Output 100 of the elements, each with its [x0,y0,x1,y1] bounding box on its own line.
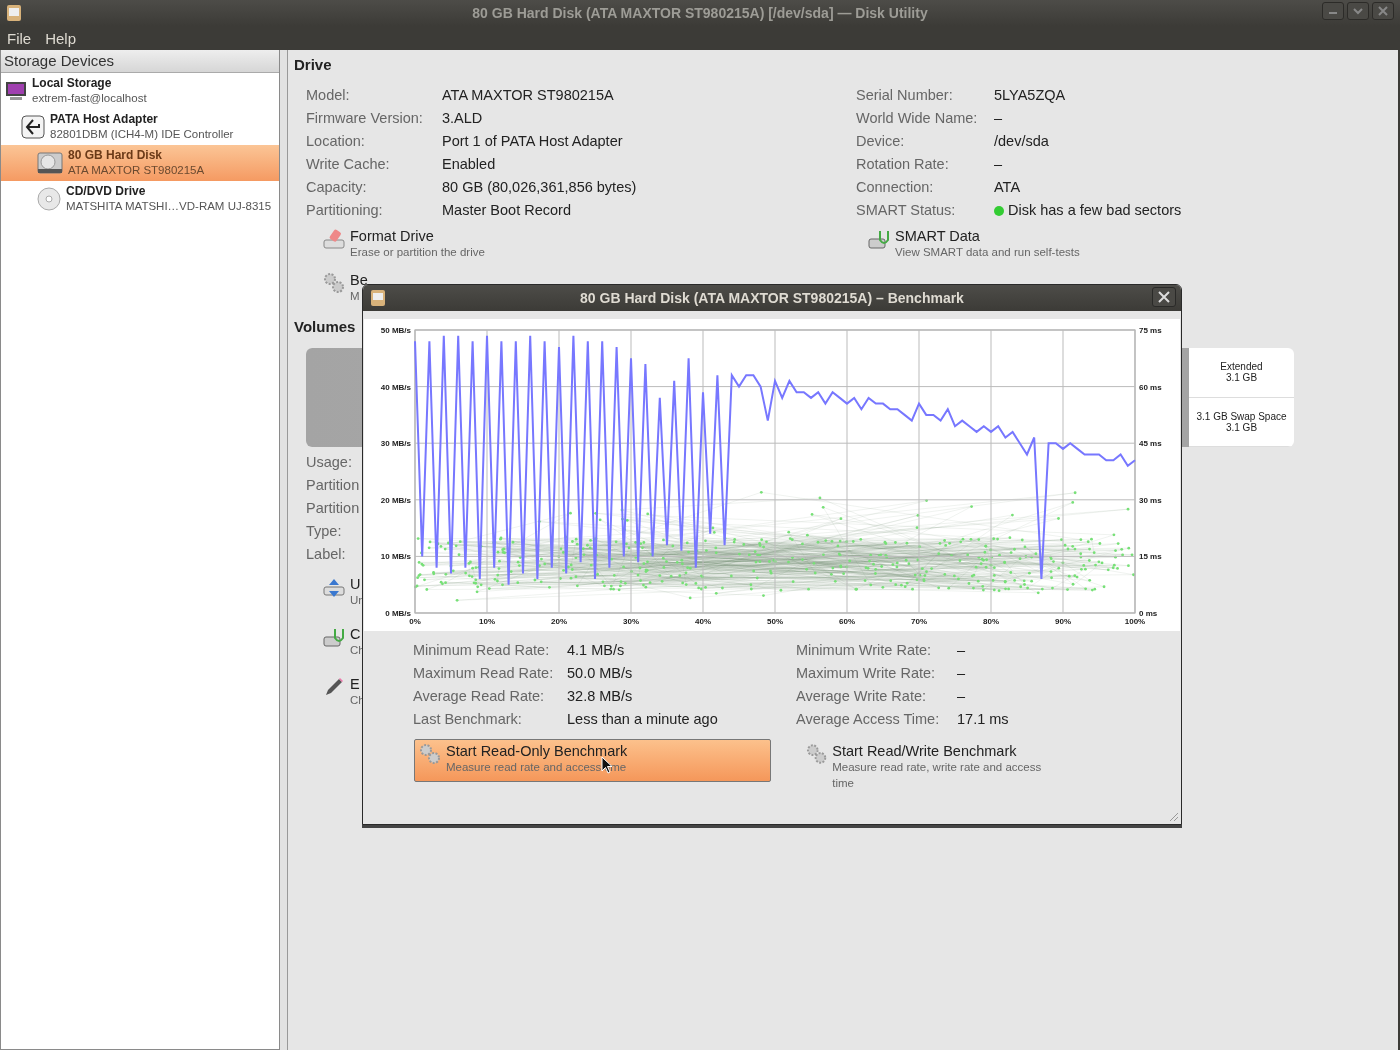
action-link[interactable]: Format Drive [350,228,485,244]
drive-stethoscope-icon [868,228,890,250]
device-item[interactable]: Local Storage extrem-fast@localhost [1,73,279,109]
stat-value: – [957,687,967,706]
drive-stethoscope-icon [323,626,345,648]
axis-label: 40% [695,617,711,626]
field-value: ATA [994,178,1021,197]
stat-label: Minimum Read Rate: [413,641,551,660]
axis-label: 50 MB/s [380,326,411,335]
field-label: Write Cache: [306,155,391,174]
axis-label: 0 MB/s [385,609,411,618]
axis-label: 50% [767,617,783,626]
stat-label: Last Benchmark: [413,710,523,729]
field-value: – [994,155,1003,174]
action-link[interactable]: SMART Data [895,228,1080,244]
stat-label: Average Write Rate: [796,687,928,706]
stat-label: Average Read Rate: [413,687,546,706]
resize-grip-icon[interactable] [1167,810,1179,822]
drive-eraser-icon [323,228,345,250]
axis-label: 75 ms [1139,326,1162,335]
device-item[interactable]: 80 GB Hard Disk ATA MAXTOR ST980215A [1,145,279,181]
close-icon[interactable] [1152,287,1176,307]
device-subtitle: MATSHITA MATSHI…VD-RAM UJ-8315 [66,199,272,214]
gears-icon [323,272,345,294]
axis-label: 60 ms [1139,382,1162,392]
field-value: ATA MAXTOR ST980215A [442,86,615,105]
action-link[interactable]: Be [350,272,368,288]
field-label: Partitioning: [306,201,384,220]
axis-label: 15 ms [1139,552,1162,562]
axis-label: 10 MB/s [380,552,411,562]
benchmark-button[interactable]: Start Read/Write Benchmark Measure read rate, write rate and access time [801,739,1063,795]
action-link[interactable]: U [350,576,365,592]
maximize-button[interactable] [1347,2,1369,20]
axis-label: 70% [911,617,927,626]
close-icon [1378,6,1388,16]
field-label: Type: [306,522,342,541]
axis-label: 60% [839,617,855,626]
field-value: Disk has a few bad sectors [1008,201,1182,220]
field-label: Firmware Version: [306,109,424,128]
device-item[interactable]: CD/DVD Drive MATSHITA MATSHI…VD-RAM UJ-8315 [1,181,279,217]
pane-splitter[interactable] [280,50,288,1050]
action-description: M [350,289,361,304]
chevron-icon [1353,7,1363,15]
action-link[interactable]: E [350,676,365,692]
field-label: Location: [306,132,366,151]
sidebar-header: Storage Devices [1,50,279,73]
pencil-icon [323,676,345,698]
field-label: Usage: [306,453,352,472]
stat-value: 4.1 MB/s [567,641,626,660]
field-label: Serial Number: [856,86,954,105]
stat-value: 17.1 ms [957,710,1009,729]
field-value: Port 1 of PATA Host Adapter [442,132,624,151]
axis-label: 45 ms [1139,439,1162,449]
volume-name: Extended [1220,361,1263,373]
field-value: Master Boot Record [442,201,572,220]
field-label: World Wide Name: [856,109,979,128]
axis-label: 10% [479,617,495,626]
axis-label: 30% [623,617,639,626]
axis-label: 20% [551,617,567,626]
volume-size: 3.1 GB [1225,421,1258,433]
axis-label: 0% [409,617,421,626]
volume-segment[interactable]: 3.1 GB Swap Space 3.1 GB [1189,397,1294,447]
field-label: Partition [306,499,360,518]
device-item[interactable]: PATA Host Adapter 82801DBM (ICH4-M) IDE Controller [1,109,279,145]
stat-value: Less than a minute ago [567,710,719,729]
axis-label: 80% [983,617,999,626]
minimize-button[interactable] [1322,2,1344,20]
field-label: Partition [306,476,360,495]
stat-value: 50.0 MB/s [567,664,634,683]
menu-item[interactable]: File [7,29,32,47]
field-label: Connection: [856,178,935,197]
field-value: /dev/sda [994,132,1049,151]
monitor-icon [5,81,27,101]
device-title: Local Storage [32,76,113,91]
device-subtitle: extrem-fast@localhost [32,91,147,106]
field-value: 5LYA5ZQA [994,86,1066,105]
disk-utility-icon [371,290,385,306]
device-title: CD/DVD Drive [66,184,147,199]
menu-item[interactable]: Help [45,29,77,47]
action-description: Erase or partition the drive [350,245,485,260]
close-button[interactable] [1372,2,1394,20]
gears-icon [419,743,441,765]
stat-label: Maximum Write Rate: [796,664,937,683]
device-title: 80 GB Hard Disk [68,148,164,163]
device-subtitle: 82801DBM (ICH4-M) IDE Controller [50,127,234,142]
axis-label: 100% [1124,617,1146,626]
axis-label: 90% [1055,617,1071,626]
field-label: SMART Status: [856,201,957,220]
disk-utility-icon [6,4,22,22]
gears-icon [806,743,828,765]
stat-value: 32.8 MB/s [567,687,634,706]
stat-label: Average Access Time: [796,710,941,729]
action-description: View SMART data and run self-tests [895,245,1080,260]
volume-size: 3.1 GB [1225,372,1258,384]
dialog-title: 80 GB Hard Disk (ATA MAXTOR ST980215A) – Benchmark [580,290,964,306]
action-link[interactable]: C [350,626,365,642]
stat-label: Maximum Read Rate: [413,664,555,683]
field-label: Rotation Rate: [856,155,950,174]
volume-segment[interactable]: Extended 3.1 GB [1189,348,1294,398]
device-subtitle: ATA MAXTOR ST980215A [68,163,205,178]
